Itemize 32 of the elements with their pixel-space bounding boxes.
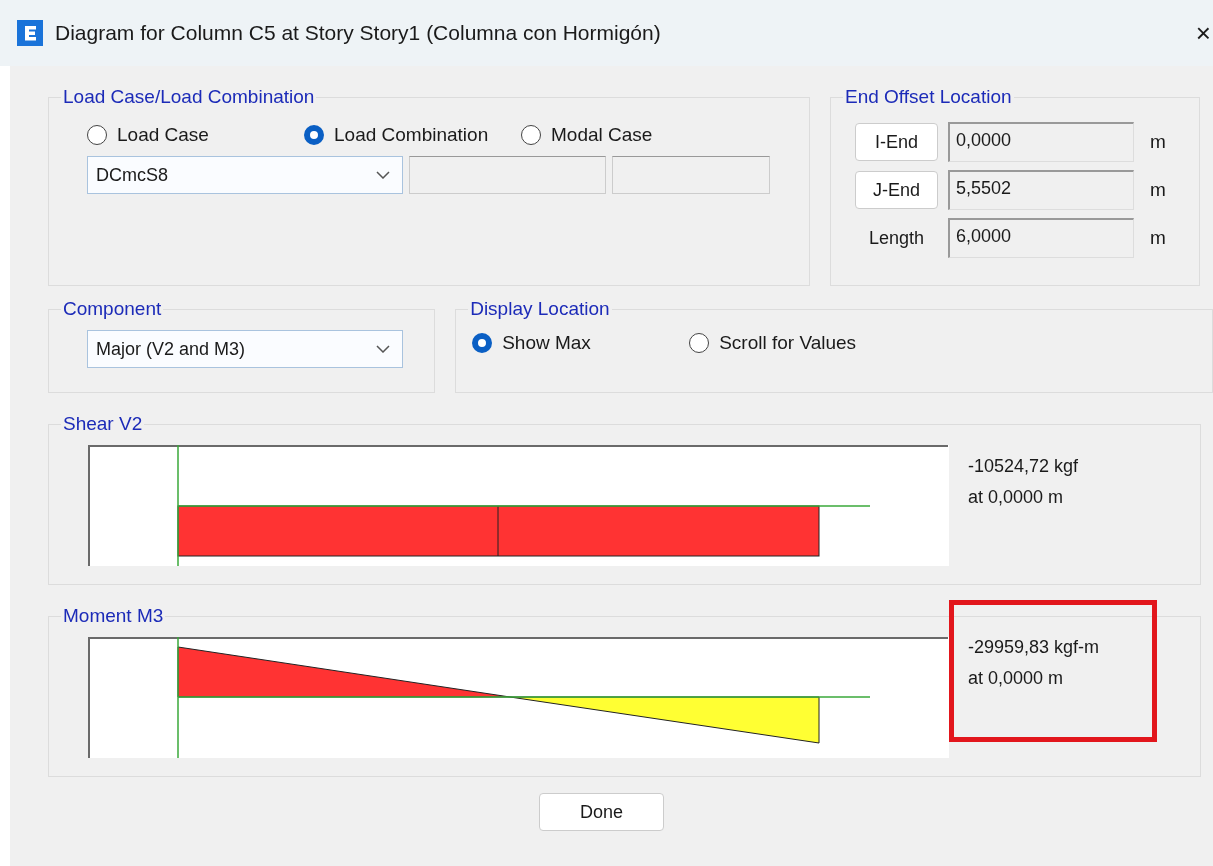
dropdown[interactable]: Major (V2 and M3) [87,330,403,368]
group-title: Load Case/Load Combination [63,86,315,107]
unit-label: m [1150,179,1166,201]
end-button[interactable]: I-End [855,123,938,161]
unit-label: m [1150,131,1166,153]
input-field: 5,5502 [948,170,1134,210]
field-label: Length [867,227,926,249]
max-value: -10524,72 kgf [968,456,1080,477]
app-logo-icon [17,20,43,46]
unit-label: m [1150,227,1166,249]
group-title: End Offset Location [845,86,1012,107]
max-location: at 0,0000 m [968,487,1065,508]
max-location: at 0,0000 m [968,668,1065,689]
close-button[interactable]: × [1195,18,1211,49]
group-title: Shear V2 [63,413,143,434]
max-value: -29959,83 kgf-m [968,637,1101,658]
radio-button[interactable]: Modal Case [521,124,738,146]
radio-button[interactable]: Scroll for Values [689,332,900,354]
group-title: Moment M3 [63,605,164,626]
window-title: Diagram for Column C5 at Story Story1 (Columna con Hormigón) [55,21,661,45]
group-title: Component [63,298,162,319]
dropdown[interactable]: DCmcS8 [87,156,403,194]
done-button[interactable]: Done [539,793,664,831]
input-field: 6,0000 [948,218,1134,258]
radio-button[interactable]: Load Combination [304,124,521,146]
input-field: 0,0000 [948,122,1134,162]
chevron-down-icon [376,345,390,353]
end-button[interactable]: J-End [855,171,938,209]
radio-button[interactable]: Load Case [87,124,304,146]
group-title: Display Location [470,298,610,319]
radio-button[interactable]: Show Max [472,332,690,354]
chevron-down-icon [376,171,390,179]
